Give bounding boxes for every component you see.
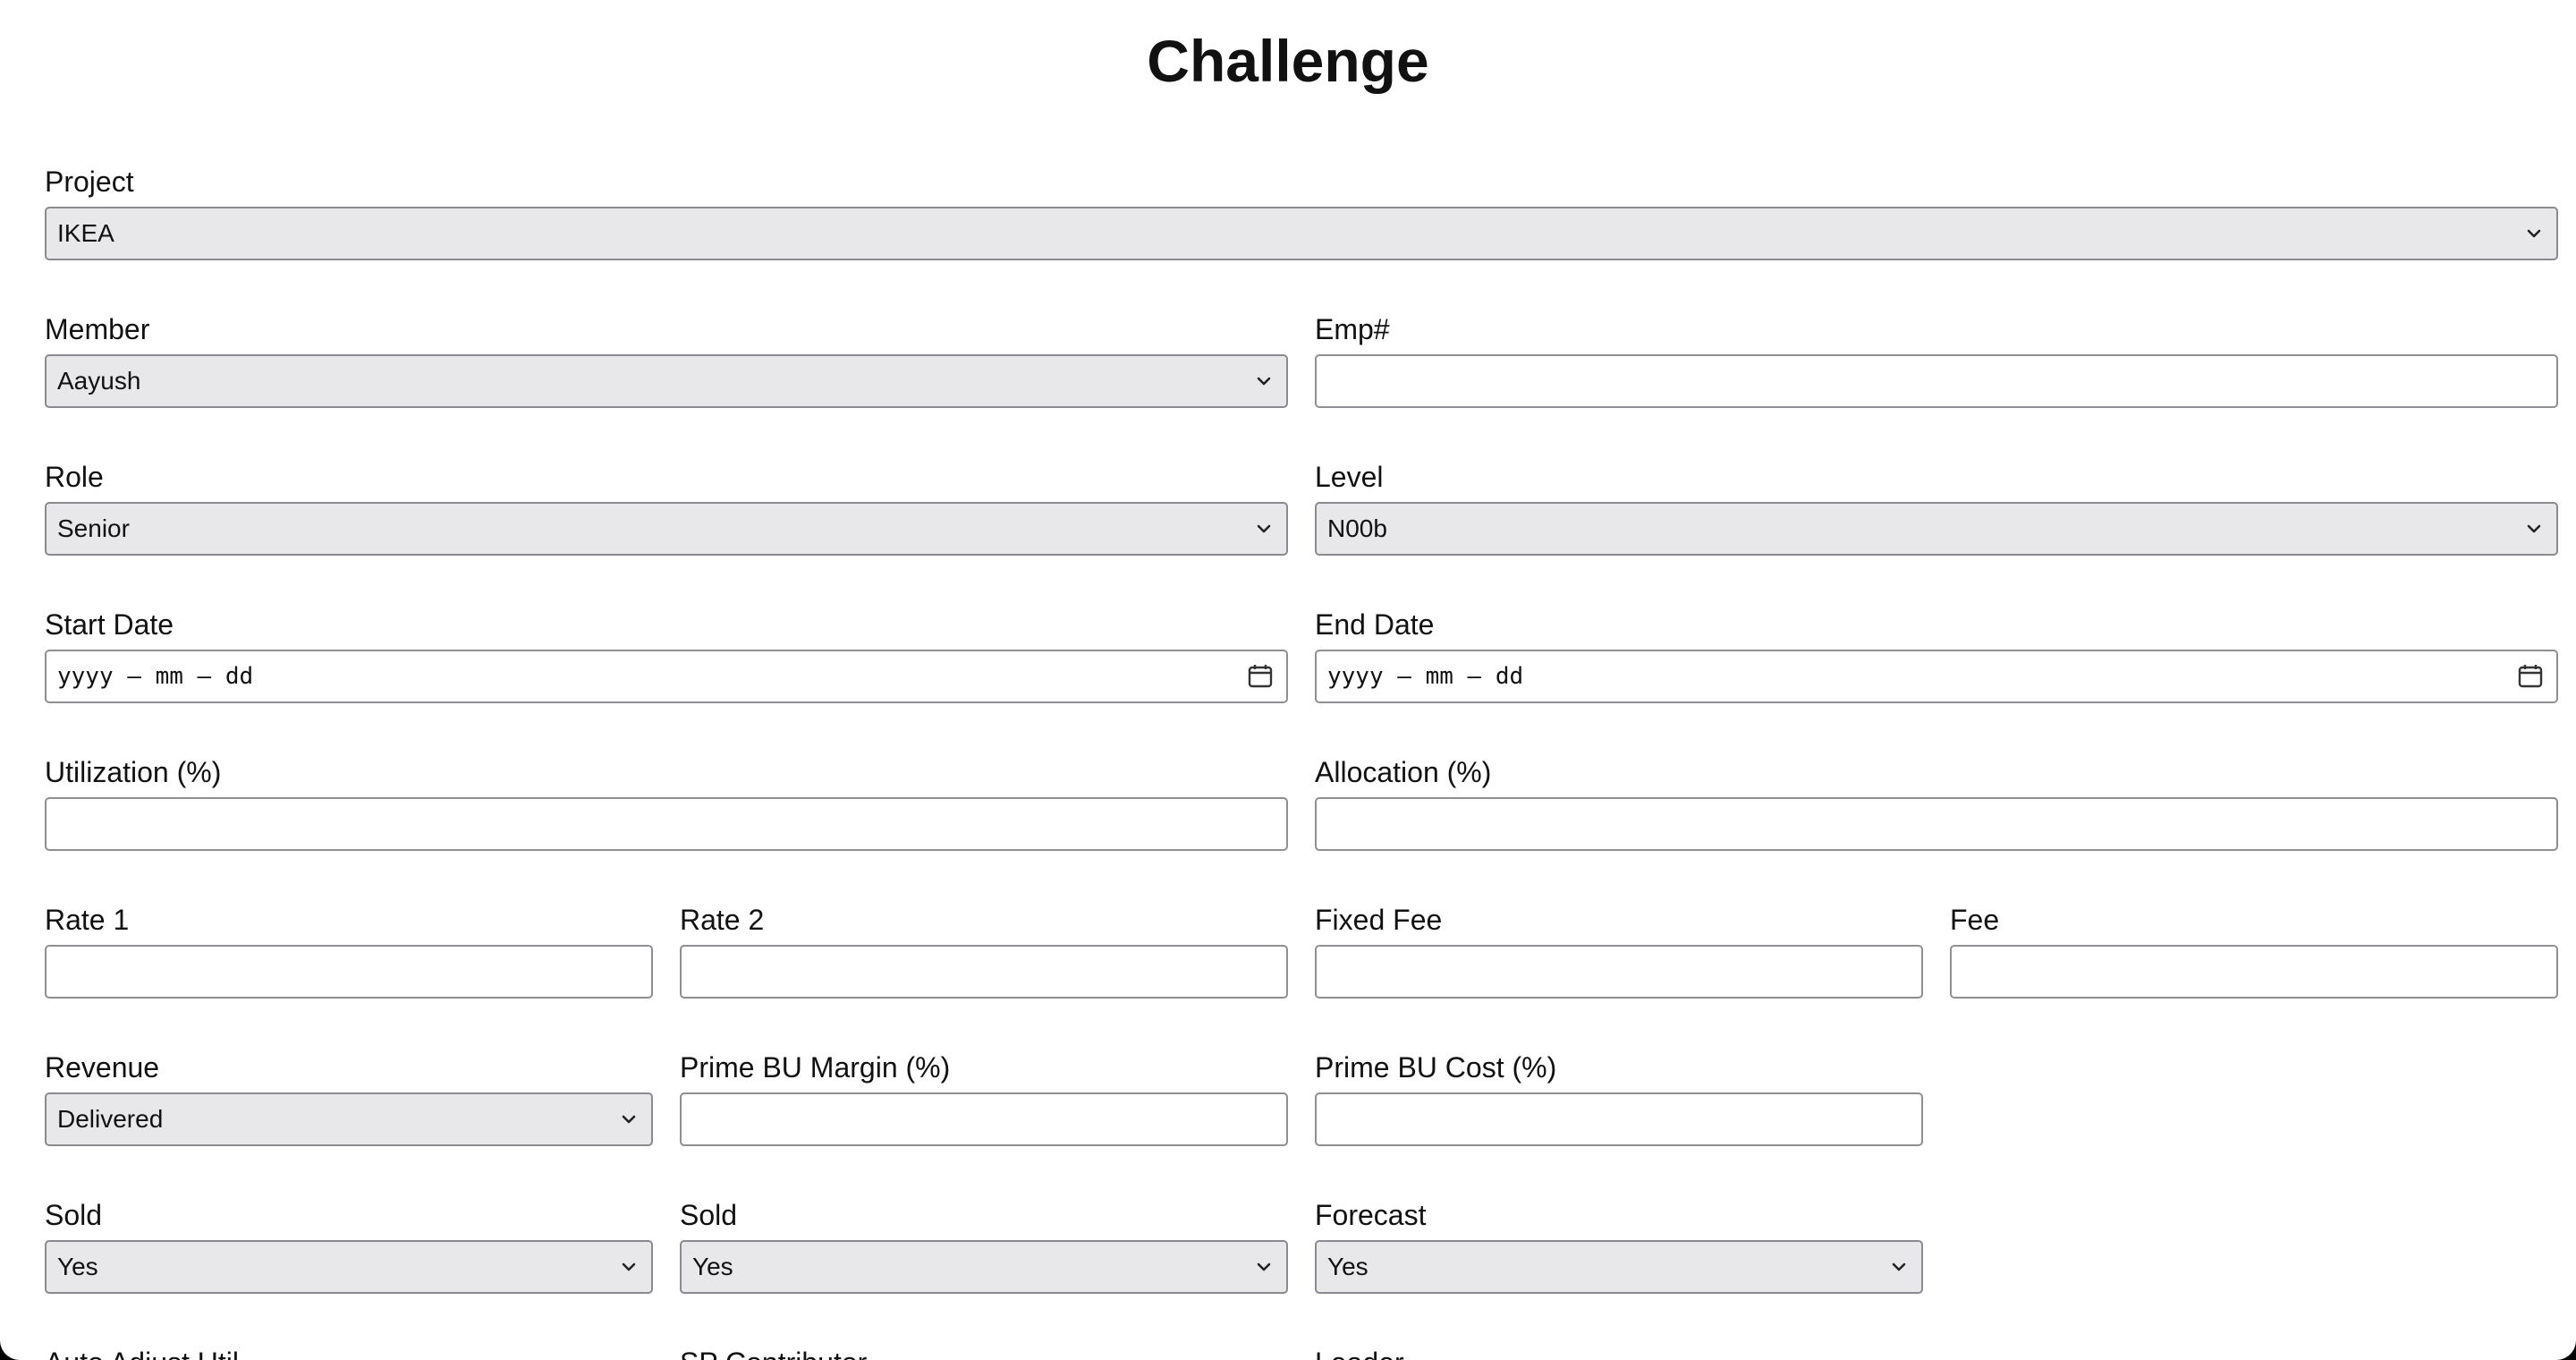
end-date-label: End Date xyxy=(1315,608,1435,641)
page-title: Challenge xyxy=(1147,28,1429,94)
member-field: Member Aayush xyxy=(45,311,1288,408)
project-field: Project IKEA xyxy=(45,164,2558,260)
sold-select-1[interactable]: Yes xyxy=(45,1240,653,1294)
rate1-input[interactable] xyxy=(45,945,653,999)
prime-bu-cost-input[interactable] xyxy=(1315,1092,1923,1146)
sold-value-1: Yes xyxy=(57,1253,98,1280)
fixed-fee-field: Fixed Fee xyxy=(1315,902,1923,999)
calendar-icon[interactable] xyxy=(2517,663,2544,690)
sold-field-2: Sold Yes xyxy=(680,1197,1288,1294)
utilization-input[interactable] xyxy=(45,797,1288,851)
prime-bu-cost-label: Prime BU Cost (%) xyxy=(1315,1051,1557,1084)
end-date-input[interactable]: yyyy – mm – dd xyxy=(1315,650,2558,703)
start-date-field: Start Date yyyy – mm – dd xyxy=(45,607,1288,703)
end-date-placeholder: yyyy – mm – dd xyxy=(1327,663,1524,690)
allocation-input[interactable] xyxy=(1315,797,2558,851)
level-field: Level N00b xyxy=(1315,459,2558,556)
forecast-value: Yes xyxy=(1327,1253,1368,1280)
chevron-down-icon xyxy=(1892,1262,1906,1271)
member-value: Aayush xyxy=(57,367,141,395)
sold-label-1: Sold xyxy=(45,1199,103,1231)
revenue-label: Revenue xyxy=(45,1051,160,1084)
project-label: Project xyxy=(45,166,134,198)
chevron-down-icon xyxy=(1257,1262,1271,1271)
chevron-down-icon xyxy=(622,1115,636,1124)
project-select[interactable]: IKEA xyxy=(45,207,2558,260)
end-date-field: End Date yyyy – mm – dd xyxy=(1315,607,2558,703)
prime-bu-margin-input[interactable] xyxy=(680,1092,1288,1146)
calendar-icon[interactable] xyxy=(1247,663,1274,690)
rate2-input[interactable] xyxy=(680,945,1288,999)
auto-adjust-util-field: Auto Adjust Util xyxy=(45,1345,653,1360)
fee-field: Fee xyxy=(1950,902,2558,999)
revenue-field: Revenue Delivered xyxy=(45,1050,653,1146)
level-value: N00b xyxy=(1327,514,1387,542)
fee-label: Fee xyxy=(1950,904,2000,936)
emp-input[interactable] xyxy=(1315,354,2558,408)
chevron-down-icon xyxy=(2527,524,2541,533)
prime-bu-margin-field: Prime BU Margin (%) xyxy=(680,1050,1288,1146)
sp-contributor-field: SP Contributor xyxy=(680,1345,1288,1360)
prime-bu-cost-field: Prime BU Cost (%) xyxy=(1315,1050,1923,1146)
forecast-field: Forecast Yes xyxy=(1315,1197,1923,1294)
prime-bu-margin-label: Prime BU Margin (%) xyxy=(680,1051,951,1084)
forecast-select[interactable]: Yes xyxy=(1315,1240,1923,1294)
start-date-placeholder: yyyy – mm – dd xyxy=(57,663,254,690)
role-select[interactable]: Senior xyxy=(45,502,1288,556)
member-label: Member xyxy=(45,313,150,345)
emp-label: Emp# xyxy=(1315,313,1390,345)
fixed-fee-input[interactable] xyxy=(1315,945,1923,999)
rate1-field: Rate 1 xyxy=(45,902,653,999)
sold-label-2: Sold xyxy=(680,1199,738,1231)
rate2-field: Rate 2 xyxy=(680,902,1288,999)
challenge-page: Challenge Project IKEA Member Aayush Emp… xyxy=(0,0,2576,1360)
forecast-label: Forecast xyxy=(1315,1199,1427,1231)
emp-field: Emp# xyxy=(1315,311,2558,408)
sold-value-2: Yes xyxy=(692,1253,733,1280)
chevron-down-icon xyxy=(622,1262,636,1271)
leader-field: Leader xyxy=(1315,1345,1923,1360)
start-date-input[interactable]: yyyy – mm – dd xyxy=(45,650,1288,703)
level-label: Level xyxy=(1315,461,1384,493)
fixed-fee-label: Fixed Fee xyxy=(1315,904,1443,936)
allocation-field: Allocation (%) xyxy=(1315,754,2558,851)
rate1-label: Rate 1 xyxy=(45,904,130,936)
member-select[interactable]: Aayush xyxy=(45,354,1288,408)
auto-adjust-util-label: Auto Adjust Util xyxy=(45,1345,239,1360)
chevron-down-icon xyxy=(1257,377,1271,386)
project-value: IKEA xyxy=(57,219,114,247)
sp-contributor-label: SP Contributor xyxy=(680,1345,867,1360)
role-field: Role Senior xyxy=(45,459,1288,556)
revenue-select[interactable]: Delivered xyxy=(45,1092,653,1146)
rate2-label: Rate 2 xyxy=(680,904,765,936)
chevron-down-icon xyxy=(1257,524,1271,533)
allocation-label: Allocation (%) xyxy=(1315,756,1492,788)
chevron-down-icon xyxy=(2527,229,2541,238)
role-label: Role xyxy=(45,461,104,493)
level-select[interactable]: N00b xyxy=(1315,502,2558,556)
leader-label: Leader xyxy=(1315,1345,1404,1360)
role-value: Senior xyxy=(57,514,130,542)
fee-input[interactable] xyxy=(1950,945,2558,999)
utilization-label: Utilization (%) xyxy=(45,756,222,788)
sold-select-2[interactable]: Yes xyxy=(680,1240,1288,1294)
start-date-label: Start Date xyxy=(45,608,174,641)
revenue-value: Delivered xyxy=(57,1105,164,1133)
sold-field-1: Sold Yes xyxy=(45,1197,653,1294)
utilization-field: Utilization (%) xyxy=(45,754,1288,851)
